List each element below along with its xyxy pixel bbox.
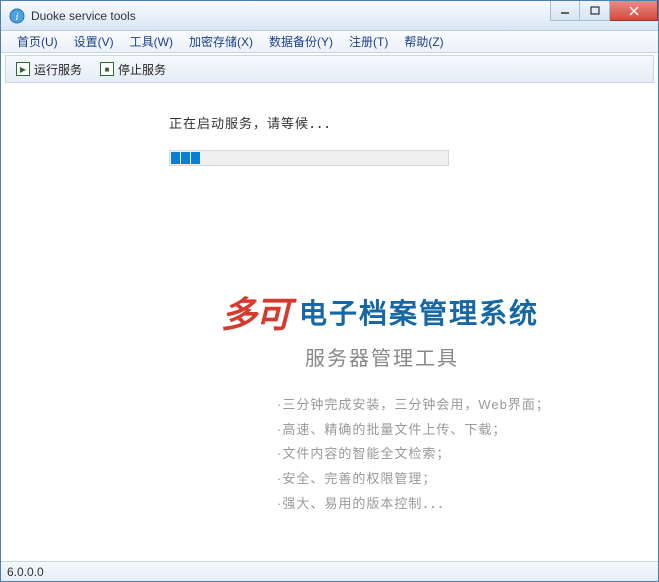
content-area: 正在启动服务，请等候．．． 多可 电子档案管理系统 服务器管理工具 ·三分钟完成… (1, 85, 658, 561)
brand-subtitle: 服务器管理工具 (305, 342, 658, 371)
brand-title: 电子档案管理系统 (299, 292, 539, 332)
brand-logo: 多可 (221, 286, 289, 338)
window-controls (550, 1, 658, 21)
progress-block (171, 152, 180, 164)
feature-item: ·安全、完善的权限管理； (277, 467, 658, 492)
stop-service-button[interactable]: ■ 停止服务 (94, 59, 172, 80)
feature-item: ·高速、精确的批量文件上传、下载； (277, 418, 658, 443)
feature-item: ·强大、易用的版本控制．．． (277, 492, 658, 517)
version-text: 6.0.0.0 (7, 565, 44, 579)
feature-list: ·三分钟完成安装，三分钟会用，Web界面； ·高速、精确的批量文件上传、下载； … (277, 393, 658, 516)
menu-encrypt-storage[interactable]: 加密存储(X) (181, 31, 261, 52)
minimize-button[interactable] (550, 1, 580, 21)
run-service-button[interactable]: ▶ 运行服务 (10, 59, 88, 80)
svg-text:i: i (15, 11, 18, 23)
status-text: 正在启动服务，请等候．．． (169, 113, 658, 132)
maximize-button[interactable] (580, 1, 610, 21)
progress-bar (169, 150, 449, 166)
menubar: 首页(U) 设置(V) 工具(W) 加密存储(X) 数据备份(Y) 注册(T) … (1, 31, 658, 53)
close-button[interactable] (610, 1, 658, 21)
statusbar: 6.0.0.0 (1, 561, 658, 581)
menu-help[interactable]: 帮助(Z) (396, 31, 451, 52)
menu-settings[interactable]: 设置(V) (66, 31, 122, 52)
feature-item: ·三分钟完成安装，三分钟会用，Web界面； (277, 393, 658, 418)
window-title: Duoke service tools (31, 9, 136, 23)
brand-section: 多可 电子档案管理系统 服务器管理工具 ·三分钟完成安装，三分钟会用，Web界面… (1, 286, 658, 516)
app-icon: i (9, 8, 25, 24)
menu-home[interactable]: 首页(U) (9, 31, 66, 52)
menu-register[interactable]: 注册(T) (341, 31, 396, 52)
progress-block (191, 152, 200, 164)
titlebar: i Duoke service tools (1, 1, 658, 31)
feature-item: ·文件内容的智能全文检索； (277, 442, 658, 467)
menu-tools[interactable]: 工具(W) (122, 31, 181, 52)
progress-block (181, 152, 190, 164)
run-service-label: 运行服务 (34, 61, 82, 78)
stop-service-label: 停止服务 (118, 61, 166, 78)
menu-data-backup[interactable]: 数据备份(Y) (261, 31, 341, 52)
toolbar: ▶ 运行服务 ■ 停止服务 (5, 55, 654, 83)
play-icon: ▶ (16, 62, 30, 76)
stop-icon: ■ (100, 62, 114, 76)
